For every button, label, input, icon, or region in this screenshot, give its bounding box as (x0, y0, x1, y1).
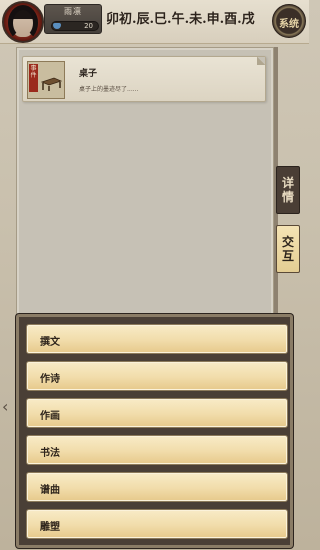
item-description: 桌子上的墨迹尽了...... (79, 86, 139, 93)
tab-interact[interactable]: 交 互 (276, 225, 300, 273)
player-avatar[interactable] (2, 1, 44, 43)
menu-button-compose[interactable]: 撰文 (26, 324, 288, 354)
event-stamp: 事件 (29, 64, 38, 92)
player-namebox[interactable]: 雨凛 20 (44, 4, 102, 34)
system-button-label: 系统 (279, 19, 299, 30)
menu-button-sculpt[interactable]: 雕塑 (26, 509, 288, 539)
tab-interact-char-2: 互 (281, 249, 294, 263)
menu-button-label: 作画 (40, 411, 60, 422)
tab-details-char-1: 详 (281, 176, 294, 190)
tab-interact-char-1: 交 (281, 235, 294, 249)
player-name: 雨凛 (64, 7, 82, 16)
chevron-left-icon[interactable]: ‹ (2, 397, 15, 417)
stat-bar: 20 (51, 21, 99, 31)
menu-button-label: 谱曲 (40, 485, 60, 496)
stat-value: 20 (84, 22, 93, 30)
item-name: 桌子 (79, 69, 98, 79)
menu-button-poem[interactable]: 作诗 (26, 361, 288, 391)
item-card-table[interactable]: 事件 桌子 桌子上的墨迹尽了...... (22, 56, 266, 102)
top-bar: 雨凛 20 卯初.辰.巳.午.未.申.酉.戌 系统 (0, 0, 309, 44)
menu-button-label: 雕塑 (40, 522, 60, 533)
tab-details[interactable]: 详 情 (276, 166, 300, 214)
menu-button-calligraphy[interactable]: 书法 (26, 435, 288, 465)
card-corner (257, 57, 265, 65)
tab-details-char-2: 情 (281, 190, 294, 204)
menu-button-label: 撰文 (40, 337, 60, 348)
table-icon (40, 77, 62, 91)
menu-button-label: 书法 (40, 448, 60, 459)
menu-button-paint[interactable]: 作画 (26, 398, 288, 428)
time-bar: 卯初.辰.巳.午.未.申.酉.戌 (106, 12, 255, 27)
gem-icon (53, 23, 61, 29)
table-item-icon: 事件 (27, 61, 65, 99)
avatar-hair (8, 5, 38, 41)
interaction-menu: 撰文 作诗 作画 书法 谱曲 雕塑 (16, 314, 293, 548)
system-button[interactable]: 系统 (272, 4, 306, 38)
menu-button-compose-music[interactable]: 谱曲 (26, 472, 288, 502)
menu-button-label: 作诗 (40, 374, 60, 385)
